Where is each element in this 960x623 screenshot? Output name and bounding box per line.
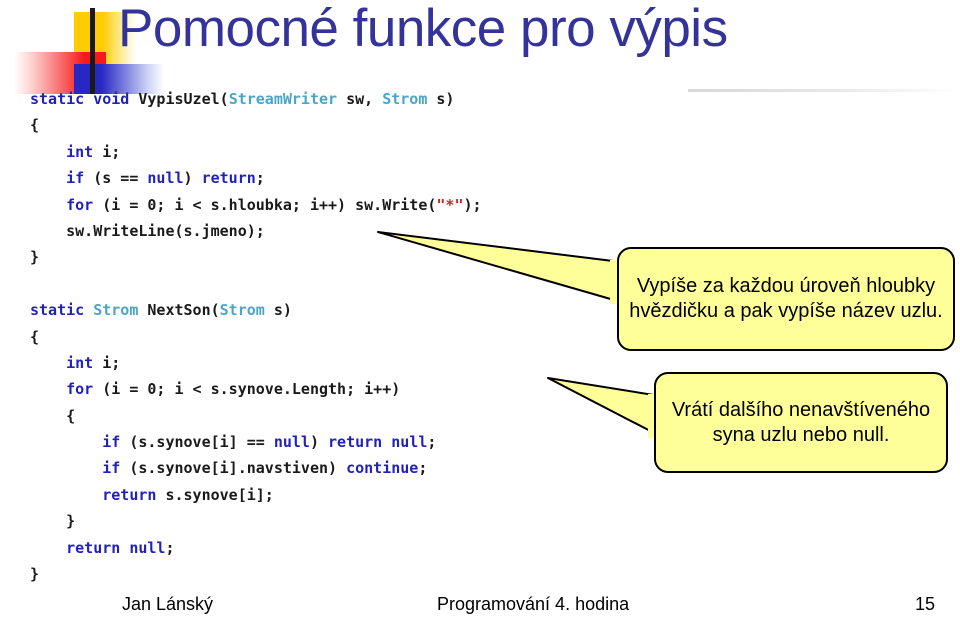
code-token: ; xyxy=(255,169,265,188)
code-token: { xyxy=(30,327,40,346)
footer-center-label: Programování 4. hodina xyxy=(437,594,630,614)
code-token: } xyxy=(30,565,40,584)
code-line: } xyxy=(30,561,670,587)
code-block: static void VypisUzel(StreamWriter sw, S… xyxy=(30,86,670,587)
code-line: if (s.synove[i].navstiven) continue; xyxy=(30,455,670,481)
code-token: null xyxy=(273,433,310,452)
code-token: ) xyxy=(309,433,329,452)
code-token: StreamWriter xyxy=(228,90,338,108)
callout-vrati: Vrátí dalšího nenavštíveného syna uzlu n… xyxy=(654,372,948,473)
code-token: static void xyxy=(30,90,139,108)
callout-1-text: Vypíše za každou úroveň hloubky hvězdičk… xyxy=(629,275,943,322)
code-token: } xyxy=(30,512,76,531)
code-line: return s.synove[i]; xyxy=(30,482,670,508)
code-token: for xyxy=(66,195,94,214)
code-token: for xyxy=(66,380,94,399)
code-line: return null; xyxy=(30,535,670,561)
code-token: (s.synove[i].navstiven) xyxy=(120,459,347,478)
code-token: if xyxy=(102,433,121,452)
code-line: int i; xyxy=(30,139,670,165)
footer-page-number: 15 xyxy=(915,594,936,614)
code-token: s.synove[i]; xyxy=(156,485,274,504)
divider xyxy=(688,89,956,92)
code-token: if xyxy=(102,459,121,478)
code-token: i; xyxy=(93,142,121,161)
code-token: } xyxy=(30,248,40,267)
code-token: ; xyxy=(418,459,428,478)
code-token: ; xyxy=(165,538,175,557)
code-token: return null xyxy=(66,538,166,557)
code-token: ); xyxy=(463,195,482,214)
code-token: Strom xyxy=(93,301,139,320)
code-token: VypisUzel( xyxy=(138,90,229,108)
code-token: (s.synove[i] == xyxy=(120,433,274,452)
code-token: Strom xyxy=(382,90,428,108)
code-token: (i = 0; i < s.synove.Length; i++) xyxy=(93,380,401,399)
code-line: } xyxy=(30,508,670,534)
code-token: sw, xyxy=(337,90,383,108)
code-token: int xyxy=(66,142,94,161)
code-token: (s == xyxy=(84,169,148,188)
code-token: ; xyxy=(427,433,437,452)
callout-2-pointer xyxy=(547,377,670,438)
code-token: NextSon( xyxy=(138,301,220,320)
code-token: i; xyxy=(93,353,121,372)
callout-vypise: Vypíše za každou úroveň hloubky hvězdičk… xyxy=(617,247,955,351)
code-line: for (i = 0; i < s.hloubka; i++) sw.Write… xyxy=(30,192,670,218)
page-title: Pomocné funkce pro výpis xyxy=(118,0,728,58)
code-token: s) xyxy=(264,301,292,320)
code-token: if xyxy=(66,169,85,188)
code-line: int i; xyxy=(30,350,670,376)
callout-1-pointer xyxy=(377,231,632,304)
code-token: static xyxy=(30,301,94,320)
code-token: "*" xyxy=(436,195,464,214)
code-token: int xyxy=(66,353,94,372)
code-token: sw.WriteLine(s.jmeno); xyxy=(30,221,265,240)
code-token: (i = 0; i < s.hloubka; i++) sw.Write( xyxy=(93,195,437,214)
code-token: ) xyxy=(183,169,202,188)
code-token: Strom xyxy=(219,301,265,320)
code-token: continue xyxy=(346,459,419,478)
code-line: { xyxy=(30,112,670,138)
callout-2-text: Vrátí dalšího nenavštíveného syna uzlu n… xyxy=(671,398,931,446)
code-token: s) xyxy=(427,90,455,108)
footer-author: Jan Lánský xyxy=(122,594,214,614)
code-token: { xyxy=(30,116,40,135)
black-bar-icon xyxy=(90,8,95,94)
code-token: { xyxy=(30,406,76,425)
code-line: if (s == null) return; xyxy=(30,165,670,191)
code-line: static void VypisUzel(StreamWriter sw, S… xyxy=(30,86,670,112)
slide: Pomocné funkce pro výpis static void Vyp… xyxy=(0,0,960,623)
code-token: null xyxy=(147,169,184,188)
code-token: return xyxy=(201,169,256,188)
code-token: return null xyxy=(328,433,428,452)
code-token: return xyxy=(102,485,157,504)
